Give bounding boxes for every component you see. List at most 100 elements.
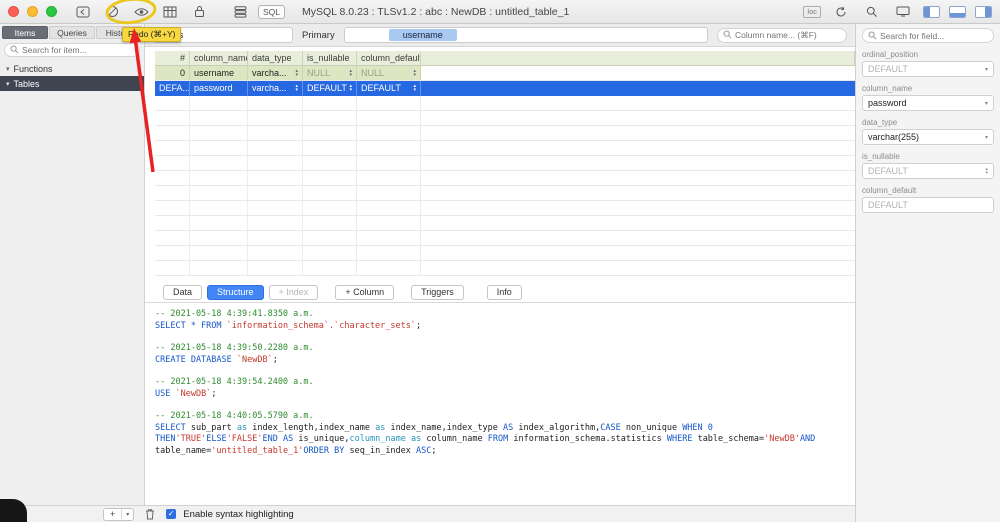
sidebar-item-tables[interactable]: ▾ Tables — [0, 76, 144, 91]
tab-info[interactable]: Info — [487, 285, 522, 300]
sql-editor-button[interactable]: SQL — [258, 5, 285, 19]
sql-log-line: USE `NewDB`; — [155, 389, 845, 401]
redo-table-icon[interactable] — [159, 4, 181, 20]
grid-header-row: # column_name data_type is_nullable colu… — [155, 51, 855, 66]
field-group-is-nullable: is_nullable DEFAULT ▴▾ — [862, 152, 994, 179]
tab-structure[interactable]: Structure — [207, 285, 264, 300]
data-type-select[interactable]: varchar(255) ▾ — [862, 129, 994, 145]
stepper-icon[interactable]: ▴▾ — [295, 69, 298, 77]
field-label: column_name — [862, 84, 994, 93]
syntax-highlighting-checkbox[interactable]: ✓ — [166, 509, 176, 519]
disclosure-triangle-icon[interactable]: ▾ — [6, 80, 10, 88]
column-default-field[interactable]: DEFAULT — [862, 197, 994, 213]
table-row-selected[interactable]: DEFA... password varcha... ▴▾ DEFAULT ▴▾… — [155, 81, 855, 96]
inspector-search-input[interactable] — [880, 31, 988, 41]
stepper-icon[interactable]: ▴▾ — [349, 69, 352, 77]
lock-icon[interactable] — [188, 4, 210, 20]
table-row-empty[interactable] — [155, 96, 855, 111]
cell-num[interactable]: 0 — [155, 66, 190, 81]
header-num[interactable]: # — [155, 51, 190, 66]
chevron-down-icon[interactable]: ▾ — [985, 134, 988, 141]
cell-data-type[interactable]: varcha... ▴▾ — [248, 66, 303, 81]
table-row-empty[interactable] — [155, 201, 855, 216]
sidebar-search-input[interactable] — [22, 45, 134, 55]
toggle-left-panel-icon[interactable] — [923, 6, 940, 18]
table-row-empty[interactable] — [155, 111, 855, 126]
table-row-empty[interactable] — [155, 126, 855, 141]
block-icon[interactable] — [101, 4, 123, 20]
field-group-column-name: column_name password ▾ — [862, 84, 994, 111]
database-stack-icon[interactable] — [229, 4, 251, 20]
stepper-icon[interactable]: ▴▾ — [985, 167, 988, 175]
primary-key-field[interactable]: username — [344, 27, 708, 43]
cell-is-nullable[interactable]: NULL ▴▾ — [303, 66, 357, 81]
sql-log-block: -- 2021-05-18 4:40:05.5790 a.m.SELECT su… — [155, 411, 845, 457]
sql-log-line: -- 2021-05-18 4:40:05.5790 a.m. — [155, 411, 845, 423]
stepper-icon[interactable]: ▴▾ — [413, 84, 416, 92]
cell-column-name[interactable]: username — [190, 66, 248, 81]
sql-log-line: THEN'TRUE'ELSE'FALSE'END AS is_unique,co… — [155, 434, 845, 446]
trash-icon[interactable] — [145, 508, 155, 520]
table-row[interactable]: 0 username varcha... ▴▾ NULL ▴▾ NULL ▴▾ — [155, 66, 855, 81]
table-row-empty[interactable] — [155, 261, 855, 276]
sql-log-line: SELECT sub_part as index_length,index_na… — [155, 423, 845, 435]
header-column-name[interactable]: column_name — [190, 51, 248, 66]
cell-column-default[interactable]: NULL ▴▾ — [357, 66, 421, 81]
cell-column-name[interactable]: password — [190, 81, 248, 96]
stepper-icon[interactable]: ▴▾ — [413, 69, 416, 77]
column-name-select[interactable]: password ▾ — [862, 95, 994, 111]
is-nullable-stepper[interactable]: DEFAULT ▴▾ — [862, 163, 994, 179]
field-group-ordinal-position: ordinal_position DEFAULT ▾ — [862, 50, 994, 77]
monitor-icon[interactable] — [892, 4, 914, 20]
tab-add-column[interactable]: + Column — [335, 285, 394, 300]
column-search-field[interactable] — [717, 28, 847, 43]
back-icon[interactable] — [72, 4, 94, 20]
minimize-window-button[interactable] — [27, 6, 38, 17]
cell-num[interactable]: DEFA... — [155, 81, 190, 96]
inspector-search[interactable] — [862, 28, 994, 43]
header-column-default[interactable]: column_default — [357, 51, 421, 66]
table-row-empty[interactable] — [155, 171, 855, 186]
bottom-bar: + ▾ ✓ Enable syntax highlighting — [0, 505, 855, 522]
tab-add-index[interactable]: + Index — [269, 285, 319, 300]
table-row-empty[interactable] — [155, 231, 855, 246]
sidebar-item-functions[interactable]: ▾ Functions — [0, 61, 144, 76]
zoom-window-button[interactable] — [46, 6, 57, 17]
table-row-empty[interactable] — [155, 141, 855, 156]
sql-log-block: -- 2021-05-18 4:39:54.2400 a.m.USE `NewD… — [155, 377, 845, 400]
chevron-down-icon[interactable]: ▾ — [122, 511, 133, 518]
toggle-right-panel-icon[interactable] — [975, 6, 992, 18]
sidebar-search[interactable] — [4, 43, 140, 57]
chevron-down-icon[interactable]: ▾ — [985, 66, 988, 73]
table-row-empty[interactable] — [155, 186, 855, 201]
stepper-icon[interactable]: ▴▾ — [295, 84, 298, 92]
search-icon[interactable] — [861, 4, 883, 20]
sql-log-block: -- 2021-05-18 4:39:50.2280 a.m.CREATE DA… — [155, 343, 845, 366]
disclosure-triangle-icon[interactable]: ▾ — [6, 65, 10, 73]
header-data-type[interactable]: data_type — [248, 51, 303, 66]
column-search-input[interactable] — [735, 30, 841, 40]
table-row-empty[interactable] — [155, 156, 855, 171]
sidebar-tab-items[interactable]: Items — [2, 26, 48, 39]
sidebar-tab-queries[interactable]: Queries — [49, 26, 95, 39]
eye-icon[interactable] — [130, 4, 152, 20]
stepper-icon[interactable]: ▴▾ — [349, 84, 352, 92]
video-overlay-corner — [0, 499, 27, 522]
add-item-button[interactable]: + ▾ — [103, 508, 134, 521]
search-icon — [10, 41, 19, 59]
plus-icon[interactable]: + — [104, 509, 122, 519]
refresh-icon[interactable] — [830, 4, 852, 20]
header-is-nullable[interactable]: is_nullable — [303, 51, 357, 66]
table-row-empty[interactable] — [155, 246, 855, 261]
close-window-button[interactable] — [8, 6, 19, 17]
cell-data-type[interactable]: varcha... ▴▾ — [248, 81, 303, 96]
cell-is-nullable[interactable]: DEFAULT ▴▾ — [303, 81, 357, 96]
cell-column-default[interactable]: DEFAULT ▴▾ — [357, 81, 421, 96]
tab-triggers[interactable]: Triggers — [411, 285, 464, 300]
chevron-down-icon[interactable]: ▾ — [985, 100, 988, 107]
toggle-bottom-panel-icon[interactable] — [949, 6, 966, 18]
ordinal-position-select[interactable]: DEFAULT ▾ — [862, 61, 994, 77]
table-row-empty[interactable] — [155, 216, 855, 231]
primary-key-chip[interactable]: username — [389, 29, 457, 41]
tab-data[interactable]: Data — [163, 285, 202, 300]
